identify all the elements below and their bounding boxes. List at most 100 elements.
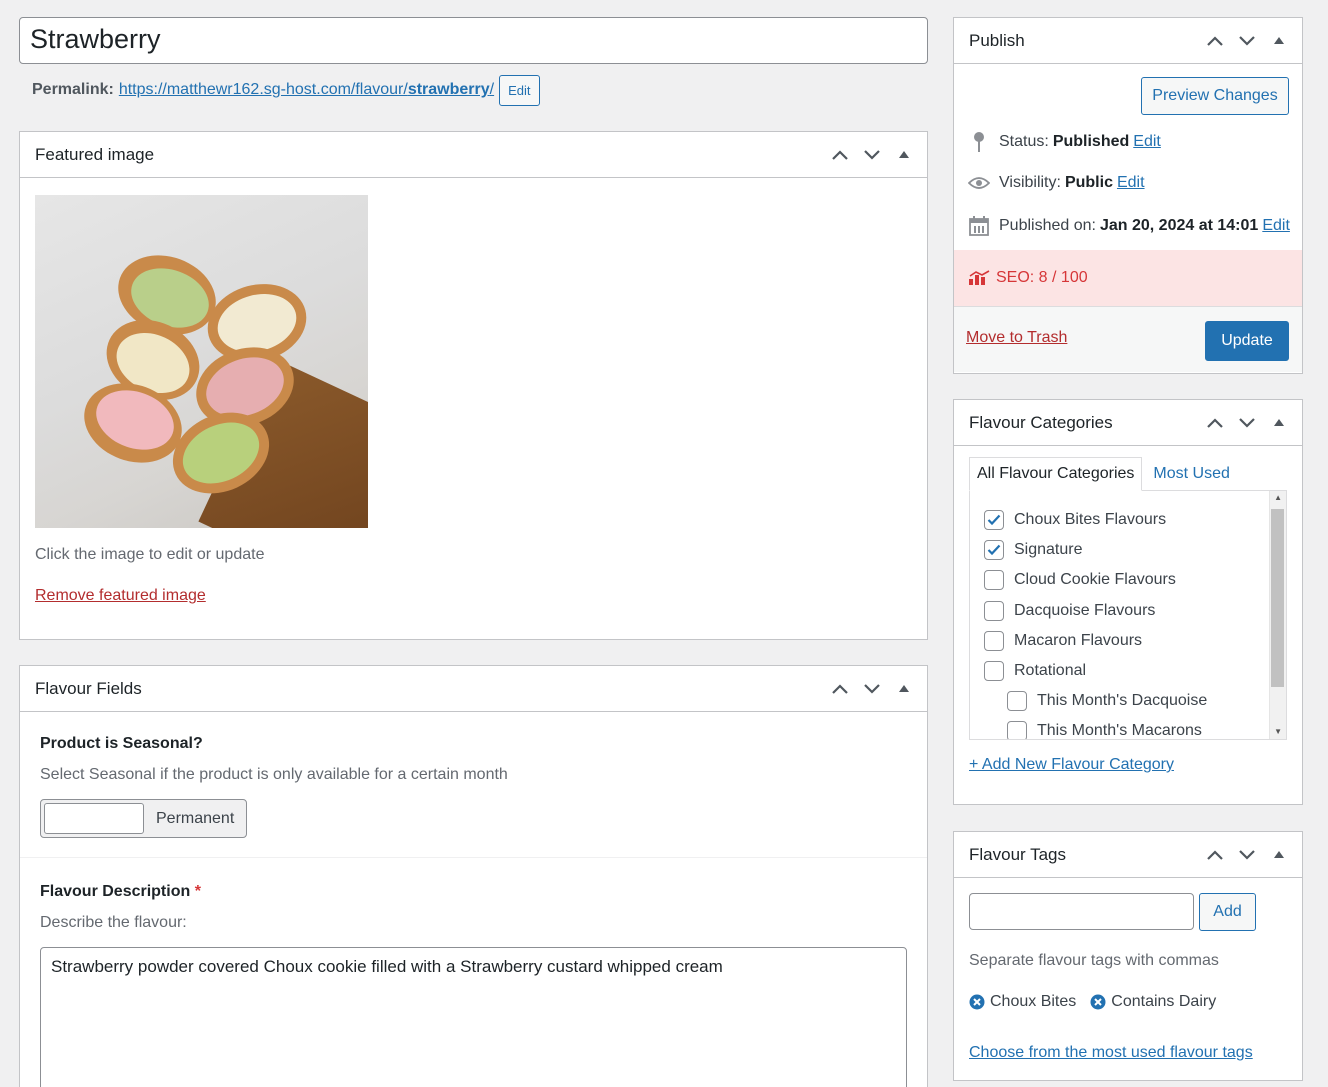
flavour-fields-box: Flavour Fields Product is Seasonal? Sele…	[19, 665, 928, 1087]
move-down-icon[interactable]	[1236, 412, 1258, 434]
flavour-tags-box: Flavour Tags Add Separate flavour tags w…	[953, 831, 1303, 1081]
tags-header: Flavour Tags	[954, 832, 1302, 878]
featured-image-header: Featured image	[20, 132, 927, 178]
category-label: Macaron Flavours	[1014, 631, 1143, 649]
category-item[interactable]: Dacquoise Flavours	[970, 596, 1286, 626]
move-down-icon[interactable]	[1236, 30, 1258, 52]
seo-score-bar[interactable]: SEO: 8 / 100	[954, 250, 1302, 306]
add-tag-button[interactable]: Add	[1199, 893, 1256, 931]
publish-actions: Move to Trash Update	[954, 306, 1302, 372]
toggle-panel-icon[interactable]	[893, 678, 915, 700]
checkbox-checked[interactable]	[984, 540, 1004, 561]
remove-featured-image-link[interactable]: Remove featured image	[35, 587, 206, 605]
update-button[interactable]: Update	[1205, 321, 1289, 361]
category-label: This Month's Dacquoise	[1037, 692, 1208, 710]
checkbox[interactable]	[984, 600, 1004, 621]
checkbox[interactable]	[984, 630, 1004, 651]
toggle-panel-icon[interactable]	[1268, 844, 1290, 866]
category-label: Cloud Cookie Flavours	[1014, 571, 1176, 589]
flavour-fields-header: Flavour Fields	[20, 666, 927, 712]
checkbox[interactable]	[1007, 721, 1027, 739]
move-to-trash-link[interactable]: Move to Trash	[966, 329, 1067, 347]
checkbox[interactable]	[984, 661, 1004, 682]
pin-icon	[967, 131, 991, 153]
choose-most-used-tags-link[interactable]: Choose from the most used flavour tags	[969, 1044, 1253, 1062]
flavour-description-textarea[interactable]: Strawberry powder covered Choux cookie f…	[40, 947, 907, 1087]
category-item[interactable]: Cloud Cookie Flavours	[970, 565, 1286, 595]
checkbox[interactable]	[984, 570, 1004, 591]
seasonal-toggle[interactable]: Permanent	[40, 799, 247, 838]
tab-all-categories[interactable]: All Flavour Categories	[969, 457, 1143, 491]
featured-image[interactable]	[35, 195, 368, 528]
remove-tag-icon[interactable]	[1090, 994, 1106, 1010]
tab-most-used[interactable]: Most Used	[1146, 457, 1236, 491]
add-new-category-link[interactable]: + Add New Flavour Category	[969, 756, 1174, 774]
category-item[interactable]: Choux Bites Flavours	[970, 505, 1286, 535]
move-up-icon[interactable]	[829, 144, 851, 166]
category-item[interactable]: This Month's Macarons	[970, 716, 1286, 740]
categories-title: Flavour Categories	[969, 412, 1113, 432]
categories-header: Flavour Categories	[954, 400, 1302, 446]
remove-tag-icon[interactable]	[969, 994, 985, 1010]
category-label: Dacquoise Flavours	[1014, 601, 1156, 619]
move-down-icon[interactable]	[861, 678, 883, 700]
checkmark-icon	[987, 514, 1001, 526]
seasonal-description: Select Seasonal if the product is only a…	[40, 766, 508, 783]
scrollbar-thumb[interactable]	[1271, 509, 1284, 687]
move-up-icon[interactable]	[1204, 30, 1226, 52]
move-up-icon[interactable]	[1204, 412, 1226, 434]
toggle-panel-icon[interactable]	[1268, 412, 1290, 434]
seo-score-text: SEO: 8 / 100	[996, 269, 1088, 286]
checkbox[interactable]	[1007, 691, 1027, 712]
featured-image-hint: Click the image to edit or update	[35, 546, 265, 563]
post-title-input[interactable]: Strawberry	[19, 17, 928, 64]
toggle-panel-icon[interactable]	[1268, 30, 1290, 52]
move-down-icon[interactable]	[861, 144, 883, 166]
permalink-link[interactable]: https://matthewr162.sg-host.com/flavour/…	[119, 81, 494, 99]
edit-visibility-link[interactable]: Edit	[1117, 174, 1145, 192]
tags-hint: Separate flavour tags with commas	[969, 952, 1219, 969]
preview-changes-button[interactable]: Preview Changes	[1141, 77, 1289, 115]
publish-title: Publish	[969, 30, 1025, 50]
scrollbar[interactable]: ▲ ▼	[1269, 491, 1286, 739]
category-label: This Month's Macarons	[1037, 722, 1202, 740]
checkmark-icon	[987, 545, 1001, 556]
tags-title: Flavour Tags	[969, 844, 1067, 864]
toggle-value: Permanent	[156, 809, 235, 827]
calendar-icon	[967, 216, 991, 236]
edit-status-link[interactable]: Edit	[1133, 133, 1161, 151]
scroll-down-icon: ▼	[1274, 727, 1282, 736]
permalink-label: Permalink:	[32, 81, 114, 98]
eye-icon	[967, 176, 991, 190]
status-row: Status: Published Edit	[967, 131, 1161, 153]
toggle-knob	[44, 803, 144, 834]
seasonal-label: Product is Seasonal?	[40, 735, 203, 752]
edit-date-link[interactable]: Edit	[1262, 217, 1290, 235]
flavour-description-hint: Describe the flavour:	[40, 914, 187, 931]
category-checklist[interactable]: Choux Bites Flavours Signature Cloud Cooki…	[969, 490, 1287, 740]
category-item[interactable]: Macaron Flavours	[970, 626, 1286, 656]
toggle-panel-icon[interactable]	[893, 144, 915, 166]
publish-box: Publish Preview Changes Status: Published…	[953, 17, 1303, 374]
choux-pastries-image	[84, 255, 307, 494]
permalink-row: Permalink: https://matthewr162.sg-host.c…	[32, 74, 540, 106]
move-down-icon[interactable]	[1236, 844, 1258, 866]
move-up-icon[interactable]	[1204, 844, 1226, 866]
category-item[interactable]: Rotational	[970, 656, 1286, 686]
category-label: Signature	[1014, 541, 1083, 559]
category-item[interactable]: Signature	[970, 535, 1286, 565]
edit-permalink-button[interactable]: Edit	[499, 74, 540, 106]
tag-label: Contains Dairy	[1111, 993, 1217, 1010]
featured-image-title: Featured image	[35, 144, 155, 164]
category-item[interactable]: This Month's Dacquoise	[970, 686, 1286, 716]
checkbox-checked[interactable]	[984, 510, 1004, 531]
new-tag-input[interactable]	[969, 893, 1194, 930]
seo-graph-icon	[968, 270, 990, 286]
featured-image-box: Featured image Click the image to edit o…	[19, 131, 928, 640]
scroll-up-icon: ▲	[1274, 493, 1282, 502]
flavour-description-label: Flavour Description *	[40, 883, 201, 900]
category-label: Rotational	[1014, 662, 1087, 680]
move-up-icon[interactable]	[829, 678, 851, 700]
divider	[20, 857, 927, 858]
visibility-row: Visibility: Public Edit	[967, 174, 1145, 192]
